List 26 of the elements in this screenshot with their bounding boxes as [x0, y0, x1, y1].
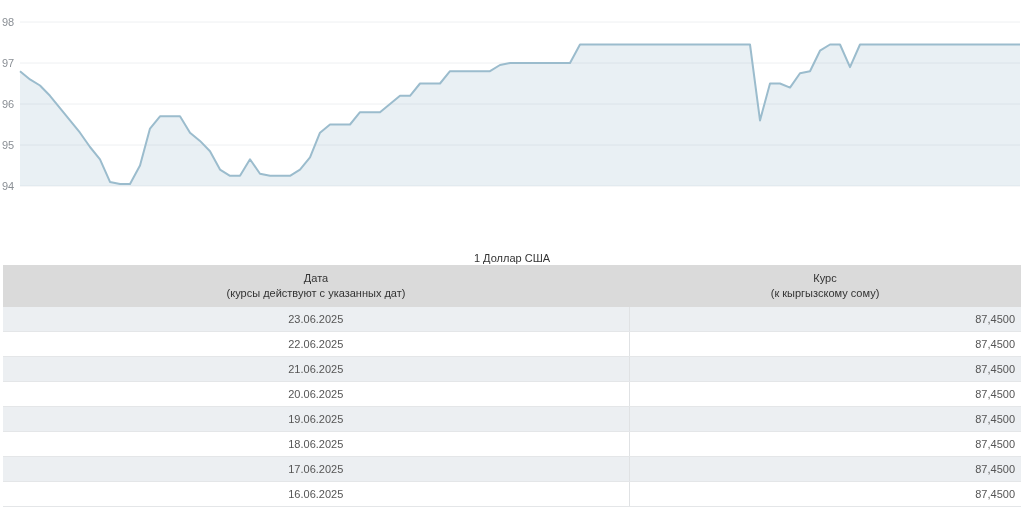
- y-axis-label: 94: [2, 180, 15, 192]
- date-cell: 18.06.2025: [288, 438, 344, 450]
- rate-cell: 87,4500: [975, 463, 1015, 475]
- table-title: 1 Доллар США: [473, 251, 551, 265]
- date-cell: 23.06.2025: [288, 313, 344, 325]
- date-cell: 20.06.2025: [288, 388, 344, 400]
- rate-cell: 87,4500: [975, 413, 1015, 425]
- y-axis-label: 95: [2, 139, 15, 151]
- rate-cell: 87,4500: [975, 338, 1015, 350]
- column-header: Дата: [303, 271, 329, 286]
- rate-cell: 87,4500: [975, 388, 1015, 400]
- rate-cell: 87,4500: [975, 313, 1015, 325]
- column-note: (курсы действуют с указанных дат): [226, 286, 406, 301]
- date-cell: 21.06.2025: [288, 363, 344, 375]
- y-axis-label: 97: [2, 57, 15, 69]
- y-axis-label: 98: [2, 16, 15, 28]
- date-cell: 19.06.2025: [288, 413, 344, 425]
- rate-cell: 87,4500: [975, 363, 1015, 375]
- date-cell: 22.06.2025: [288, 338, 344, 350]
- y-axis-label: 96: [2, 98, 15, 110]
- rate-cell: 87,4500: [975, 488, 1015, 500]
- date-cell: 16.06.2025: [288, 488, 344, 500]
- rate-cell: 87,4500: [975, 438, 1015, 450]
- column-note: (к кыргызскому сому): [770, 286, 880, 301]
- column-header: Курс: [813, 271, 837, 286]
- date-cell: 17.06.2025: [288, 463, 344, 475]
